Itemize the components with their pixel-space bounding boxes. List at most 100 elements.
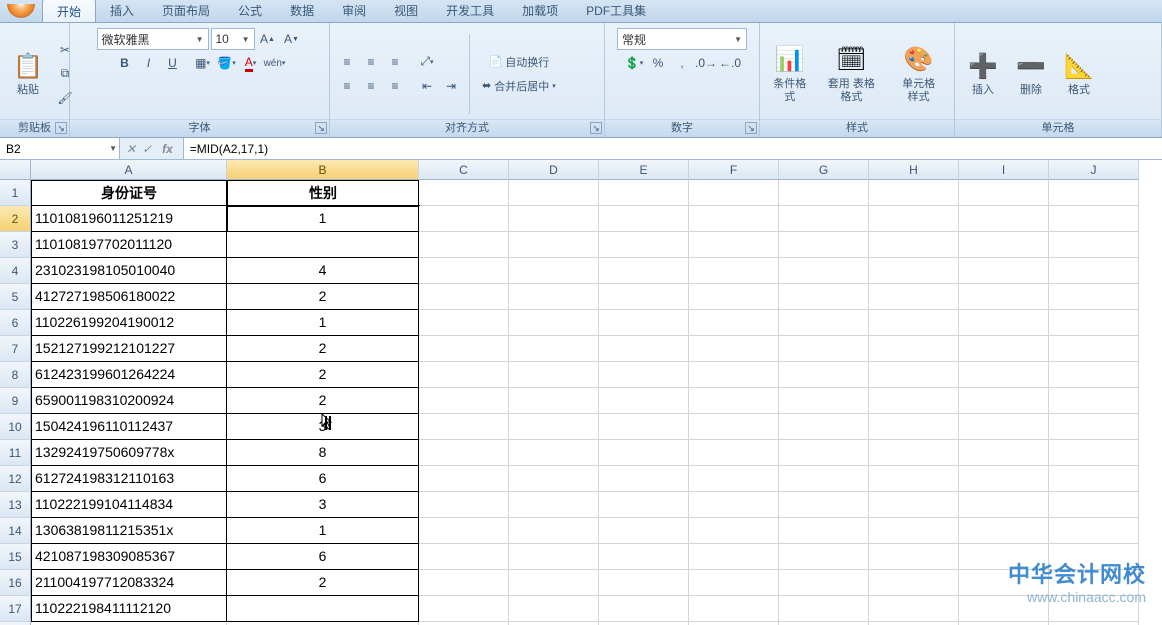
cell-D7[interactable] <box>509 336 599 362</box>
cell-H12[interactable] <box>869 466 959 492</box>
cell-E11[interactable] <box>599 440 689 466</box>
number-format-combo[interactable]: 常规▼ <box>617 28 747 50</box>
worksheet-grid[interactable]: ABCDEFGHIJ 123456789101112131415161718 身… <box>0 160 1162 625</box>
cell-E8[interactable] <box>599 362 689 388</box>
cell-F6[interactable] <box>689 310 779 336</box>
cell-I3[interactable] <box>959 232 1049 258</box>
cell-I7[interactable] <box>959 336 1049 362</box>
cell-I14[interactable] <box>959 518 1049 544</box>
cell-D9[interactable] <box>509 388 599 414</box>
col-header-A[interactable]: A <box>31 160 227 180</box>
cell-J4[interactable] <box>1049 258 1139 284</box>
cell-H6[interactable] <box>869 310 959 336</box>
cell-J3[interactable] <box>1049 232 1139 258</box>
comma-icon[interactable]: , <box>671 52 693 74</box>
cell-J6[interactable] <box>1049 310 1139 336</box>
cell-G2[interactable] <box>779 206 869 232</box>
cell-G1[interactable] <box>779 180 869 206</box>
cell-H16[interactable] <box>869 570 959 596</box>
cell-A4[interactable]: 231023198105010040 <box>31 258 227 284</box>
cell-I1[interactable] <box>959 180 1049 206</box>
cell-H13[interactable] <box>869 492 959 518</box>
cell-C15[interactable] <box>419 544 509 570</box>
align-launcher[interactable]: ↘ <box>590 122 602 134</box>
wrap-text-button[interactable]: 📄自动换行 <box>477 51 561 73</box>
col-header-I[interactable]: I <box>959 160 1049 180</box>
cell-F16[interactable] <box>689 570 779 596</box>
cell-G17[interactable] <box>779 596 869 622</box>
cell-F15[interactable] <box>689 544 779 570</box>
cell-G10[interactable] <box>779 414 869 440</box>
cell-I8[interactable] <box>959 362 1049 388</box>
tab-0[interactable]: 开始 <box>42 0 96 22</box>
cell-G6[interactable] <box>779 310 869 336</box>
cell-B5[interactable]: 2 <box>227 284 419 310</box>
row-header-2[interactable]: 2 <box>0 206 31 232</box>
row-header-4[interactable]: 4 <box>0 258 31 284</box>
cell-E13[interactable] <box>599 492 689 518</box>
row-header-9[interactable]: 9 <box>0 388 31 414</box>
cell-B17[interactable] <box>227 596 419 622</box>
cell-D1[interactable] <box>509 180 599 206</box>
row-header-17[interactable]: 17 <box>0 596 31 622</box>
cell-E1[interactable] <box>599 180 689 206</box>
cell-B6[interactable]: 1 <box>227 310 419 336</box>
orientation-icon[interactable]: ⤢▾ <box>416 51 438 73</box>
cell-C3[interactable] <box>419 232 509 258</box>
currency-icon[interactable]: 💲▾ <box>623 52 645 74</box>
cell-C5[interactable] <box>419 284 509 310</box>
cell-D2[interactable] <box>509 206 599 232</box>
cell-E6[interactable] <box>599 310 689 336</box>
cell-I11[interactable] <box>959 440 1049 466</box>
cell-C4[interactable] <box>419 258 509 284</box>
tab-9[interactable]: PDF工具集 <box>572 0 660 22</box>
row-header-10[interactable]: 10 <box>0 414 31 440</box>
tab-4[interactable]: 数据 <box>276 0 328 22</box>
cell-A9[interactable]: 659001198310200924 <box>31 388 227 414</box>
cell-H11[interactable] <box>869 440 959 466</box>
cell-E5[interactable] <box>599 284 689 310</box>
cell-G4[interactable] <box>779 258 869 284</box>
tab-2[interactable]: 页面布局 <box>148 0 224 22</box>
cell-A12[interactable]: 612724198312110163 <box>31 466 227 492</box>
cell-F4[interactable] <box>689 258 779 284</box>
col-header-H[interactable]: H <box>869 160 959 180</box>
cell-G7[interactable] <box>779 336 869 362</box>
col-header-B[interactable]: B <box>227 160 419 180</box>
cell-B1[interactable]: 性别 <box>227 180 419 206</box>
cell-E9[interactable] <box>599 388 689 414</box>
cell-C14[interactable] <box>419 518 509 544</box>
cell-D11[interactable] <box>509 440 599 466</box>
font-color-icon[interactable]: A▾ <box>240 52 262 74</box>
name-box[interactable]: B2▼ <box>0 138 120 159</box>
cell-G12[interactable] <box>779 466 869 492</box>
paste-button[interactable]: 📋 粘贴 <box>6 31 50 116</box>
cell-I10[interactable] <box>959 414 1049 440</box>
cell-A16[interactable]: 211004197712083324 <box>31 570 227 596</box>
cell-H17[interactable] <box>869 596 959 622</box>
cell-F13[interactable] <box>689 492 779 518</box>
cell-J7[interactable] <box>1049 336 1139 362</box>
delete-button[interactable]: ➖删除 <box>1009 31 1053 116</box>
cell-G8[interactable] <box>779 362 869 388</box>
cell-B12[interactable]: 6 <box>227 466 419 492</box>
cell-J10[interactable] <box>1049 414 1139 440</box>
cell-A7[interactable]: 152127199212101227 <box>31 336 227 362</box>
borders-icon[interactable]: ▦▾ <box>192 52 214 74</box>
col-header-C[interactable]: C <box>419 160 509 180</box>
clipboard-launcher[interactable]: ↘ <box>55 122 67 134</box>
cell-A14[interactable]: 13063819811215351x <box>31 518 227 544</box>
cell-C8[interactable] <box>419 362 509 388</box>
cond-format-button[interactable]: 📊条件格式 <box>766 31 813 116</box>
cell-F2[interactable] <box>689 206 779 232</box>
cell-F8[interactable] <box>689 362 779 388</box>
align-bottom-icon[interactable]: ≡ <box>384 51 406 73</box>
align-right-icon[interactable]: ≡ <box>384 75 406 97</box>
cell-D16[interactable] <box>509 570 599 596</box>
cell-D3[interactable] <box>509 232 599 258</box>
cell-J9[interactable] <box>1049 388 1139 414</box>
cell-E7[interactable] <box>599 336 689 362</box>
cell-J15[interactable] <box>1049 544 1139 570</box>
row-header-15[interactable]: 15 <box>0 544 31 570</box>
row-header-5[interactable]: 5 <box>0 284 31 310</box>
